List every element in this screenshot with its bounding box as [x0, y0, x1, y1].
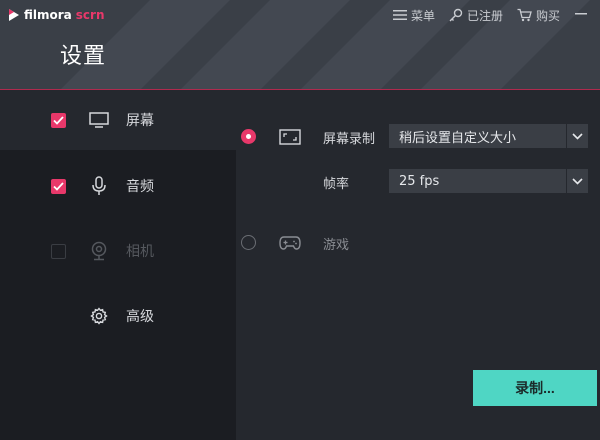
game-radio[interactable]: [241, 235, 256, 250]
buy-button[interactable]: 购买: [517, 7, 560, 24]
sidebar-item-label: 音频: [126, 179, 154, 195]
gear-icon: [88, 305, 110, 327]
registered-label: 已注册: [466, 8, 503, 23]
microphone-icon: [88, 175, 110, 197]
menu-label: 菜单: [410, 8, 435, 23]
minimize-icon: [575, 13, 587, 15]
brand-accent: scrn: [75, 8, 105, 22]
game-label: 游戏: [323, 238, 350, 253]
sidebar-item-camera: 相机: [0, 221, 236, 281]
screen-record-label: 屏幕录制: [323, 132, 376, 147]
framerate-dropdown[interactable]: 25 fps: [389, 169, 588, 193]
chevron-down-icon: [566, 169, 588, 193]
cart-icon: [517, 8, 532, 22]
sidebar-item-advanced[interactable]: 高级: [0, 286, 236, 346]
webcam-icon: [88, 240, 110, 262]
minimize-button[interactable]: [570, 4, 592, 22]
gamepad-icon: [278, 233, 302, 253]
screen-record-value: 稍后设置自定义大小: [399, 130, 517, 146]
buy-label: 购买: [535, 8, 560, 23]
registered-button[interactable]: 已注册: [449, 7, 503, 24]
brand-name: filmora: [24, 8, 72, 22]
sidebar-item-label: 相机: [126, 244, 154, 260]
screen-checkbox[interactable]: [51, 112, 66, 128]
record-button[interactable]: 录制...: [473, 370, 597, 406]
page-title: 设置: [60, 44, 107, 69]
screen-record-dropdown[interactable]: 稍后设置自定义大小: [389, 124, 588, 148]
framerate-value: 25 fps: [399, 173, 440, 189]
framerate-label: 帧率: [323, 177, 350, 192]
sidebar-item-screen[interactable]: 屏幕: [0, 90, 236, 150]
checkmark-icon: [53, 115, 64, 125]
top-navigation: 菜单 已注册 购买: [392, 5, 560, 25]
app-logo: filmora scrn: [8, 6, 105, 24]
chevron-down-icon: [566, 124, 588, 148]
sidebar-item-audio[interactable]: 音频: [0, 156, 236, 216]
header: filmora scrn 菜单 已注册 购买 设置: [0, 0, 600, 90]
sidebar-item-label: 高级: [126, 309, 154, 325]
sidebar-item-label: 屏幕: [126, 113, 154, 129]
menu-button[interactable]: 菜单: [392, 7, 435, 24]
camera-checkbox: [51, 243, 66, 259]
fullscreen-icon: [278, 127, 302, 147]
audio-checkbox[interactable]: [51, 178, 66, 194]
monitor-icon: [88, 109, 110, 131]
filmora-logo-icon: [9, 9, 19, 21]
checkmark-icon: [53, 181, 64, 191]
sidebar: 屏幕 音频 相机 高级: [0, 90, 236, 440]
hamburger-icon: [392, 10, 407, 20]
screen-record-radio[interactable]: [241, 129, 256, 144]
key-icon: [449, 8, 463, 22]
